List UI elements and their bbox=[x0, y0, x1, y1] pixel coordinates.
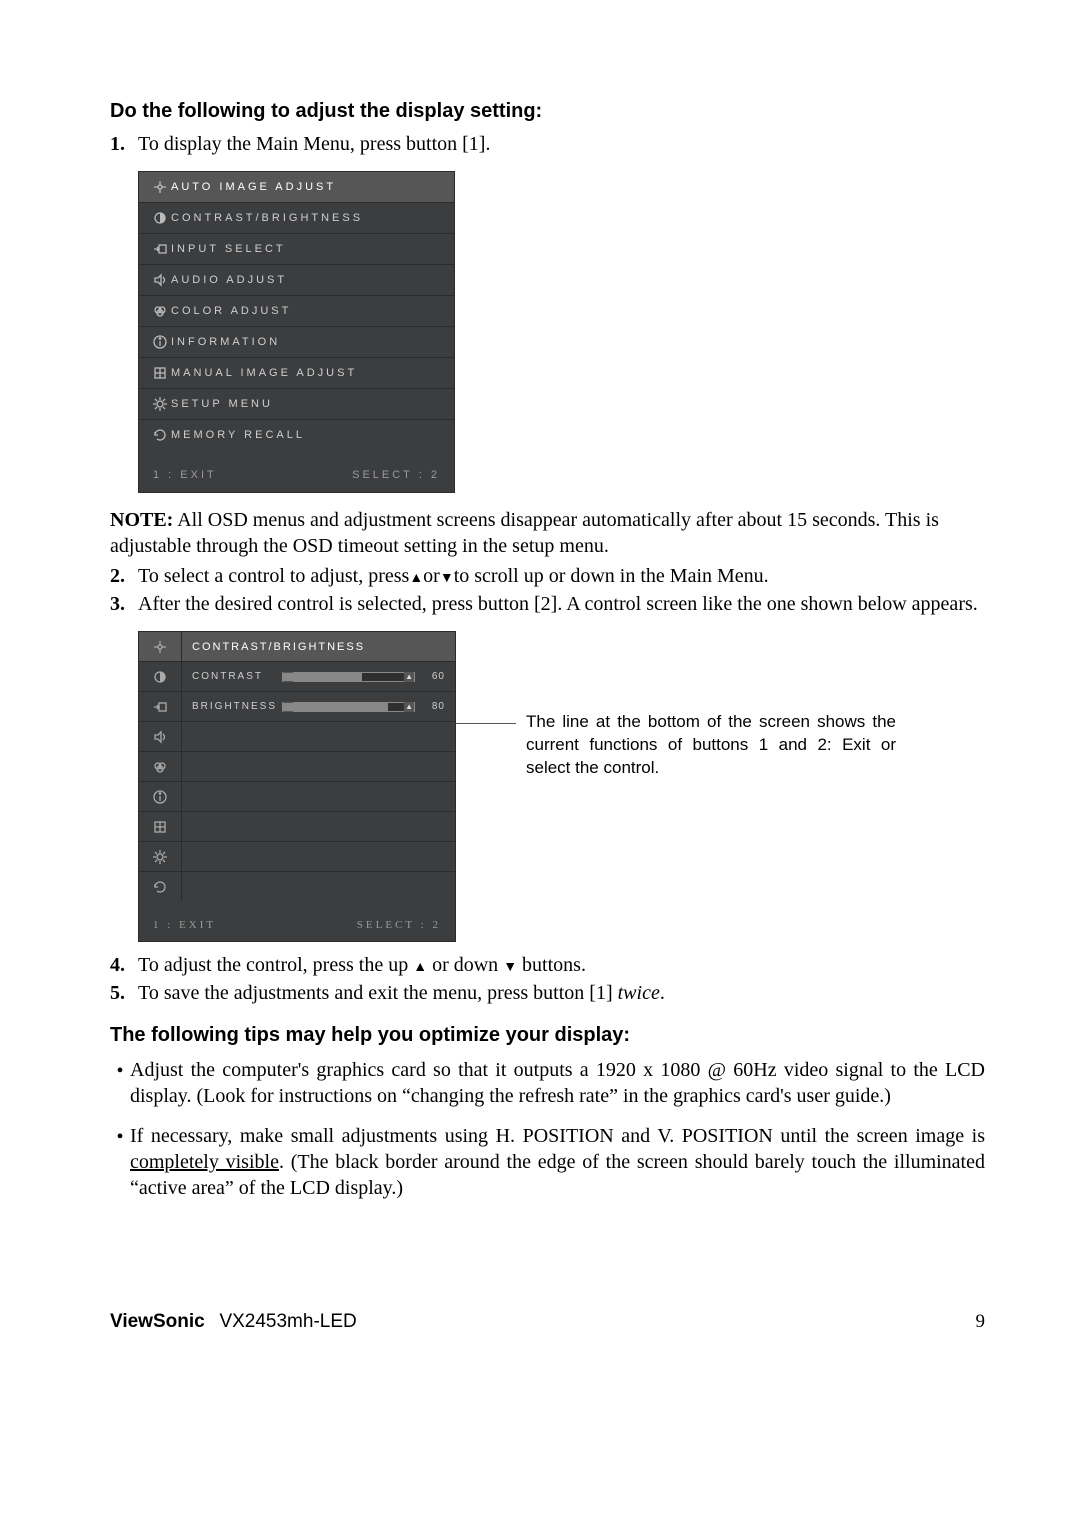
audio-icon bbox=[149, 272, 171, 288]
page-number: 9 bbox=[976, 1311, 986, 1333]
contrast-icon bbox=[149, 210, 171, 226]
brightness-slider[interactable]: ▼ ▲ bbox=[282, 702, 415, 712]
tip-1: Adjust the computer's graphics card so t… bbox=[110, 1057, 985, 1109]
osd-sub-footer: 1 : EXIT SELECT : 2 bbox=[139, 901, 455, 941]
osd-item-auto-image-adjust[interactable]: AUTO IMAGE ADJUST bbox=[139, 172, 454, 203]
osd-sidebar bbox=[139, 632, 182, 901]
osd-main-menu: AUTO IMAGE ADJUST CONTRAST/BRIGHTNESS IN… bbox=[138, 171, 455, 493]
auto-image-adjust-icon bbox=[149, 179, 171, 195]
gear-icon bbox=[149, 396, 171, 412]
osd-contrast-brightness-panel: CONTRAST/BRIGHTNESS CONTRAST ▼ ▲ 60 BRIG… bbox=[138, 631, 456, 942]
osd-footer-exit: 1 : EXIT bbox=[153, 919, 216, 931]
slider-label: BRIGHTNESS bbox=[192, 701, 282, 712]
osd-footer-select: SELECT : 2 bbox=[357, 919, 441, 931]
brightness-slider-row[interactable]: BRIGHTNESS ▼ ▲ 80 bbox=[182, 692, 455, 722]
page-footer: ViewSonic VX2453mh-LED 9 bbox=[110, 1311, 985, 1333]
osd-item-label: AUTO IMAGE ADJUST bbox=[171, 181, 444, 193]
up-arrow-icon bbox=[413, 954, 427, 976]
step-4: 4. To adjust the control, press the up o… bbox=[110, 952, 985, 978]
osd-item-information[interactable]: INFORMATION bbox=[139, 327, 454, 358]
osd-sub-header: CONTRAST/BRIGHTNESS bbox=[182, 632, 455, 662]
osd-footer-select: SELECT : 2 bbox=[352, 469, 440, 481]
gear-icon bbox=[152, 849, 168, 865]
footer-model: VX2453mh-LED bbox=[219, 1311, 356, 1332]
up-arrow-icon bbox=[409, 565, 423, 587]
auto-image-adjust-icon bbox=[152, 639, 168, 655]
callout-text: The line at the bottom of the screen sho… bbox=[526, 711, 896, 780]
slider-value: 80 bbox=[415, 701, 445, 712]
contrast-slider[interactable]: ▼ ▲ bbox=[282, 672, 415, 682]
contrast-slider-row[interactable]: CONTRAST ▼ ▲ 60 bbox=[182, 662, 455, 692]
info-icon bbox=[152, 789, 168, 805]
osd-item-label: INPUT SELECT bbox=[171, 243, 444, 255]
info-icon bbox=[149, 334, 171, 350]
osd-footer: 1 : EXIT SELECT : 2 bbox=[139, 450, 454, 492]
input-select-icon bbox=[152, 699, 168, 715]
recall-icon bbox=[152, 879, 168, 895]
manual-image-adjust-icon bbox=[152, 819, 168, 835]
step-5: 5. To save the adjustments and exit the … bbox=[110, 980, 985, 1006]
down-arrow-icon bbox=[503, 954, 517, 976]
step-1: 1. To display the Main Menu, press butto… bbox=[110, 131, 985, 157]
slider-label: CONTRAST bbox=[192, 671, 282, 682]
osd-item-label: CONTRAST/BRIGHTNESS bbox=[171, 212, 444, 224]
step-2: 2. To select a control to adjust, presso… bbox=[110, 563, 985, 589]
osd-item-manual-image-adjust[interactable]: MANUAL IMAGE ADJUST bbox=[139, 358, 454, 389]
slider-value: 60 bbox=[415, 671, 445, 682]
osd-item-label: INFORMATION bbox=[171, 336, 444, 348]
contrast-icon bbox=[152, 669, 168, 685]
osd-item-color-adjust[interactable]: COLOR ADJUST bbox=[139, 296, 454, 327]
osd-item-input-select[interactable]: INPUT SELECT bbox=[139, 234, 454, 265]
manual-image-adjust-icon bbox=[149, 365, 171, 381]
callout-leader-line bbox=[456, 723, 516, 724]
osd-item-label: MEMORY RECALL bbox=[171, 429, 444, 441]
osd-item-label: COLOR ADJUST bbox=[171, 305, 444, 317]
down-arrow-icon bbox=[440, 565, 454, 587]
tip-2: If necessary, make small adjustments usi… bbox=[110, 1123, 985, 1201]
osd-item-audio-adjust[interactable]: AUDIO ADJUST bbox=[139, 265, 454, 296]
osd-footer-exit: 1 : EXIT bbox=[153, 469, 217, 481]
footer-brand: ViewSonic bbox=[110, 1311, 205, 1332]
section-heading-adjust: Do the following to adjust the display s… bbox=[110, 100, 985, 123]
osd-item-contrast-brightness[interactable]: CONTRAST/BRIGHTNESS bbox=[139, 203, 454, 234]
audio-icon bbox=[152, 729, 168, 745]
osd-item-label: SETUP MENU bbox=[171, 398, 444, 410]
recall-icon bbox=[149, 427, 171, 443]
color-adjust-icon bbox=[152, 759, 168, 775]
color-adjust-icon bbox=[149, 303, 171, 319]
step-3: 3. After the desired control is selected… bbox=[110, 591, 985, 617]
note: NOTE: All OSD menus and adjustment scree… bbox=[110, 507, 985, 559]
section-heading-tips: The following tips may help you optimize… bbox=[110, 1024, 985, 1047]
osd-item-label: AUDIO ADJUST bbox=[171, 274, 444, 286]
osd-item-setup-menu[interactable]: SETUP MENU bbox=[139, 389, 454, 420]
input-select-icon bbox=[149, 241, 171, 257]
osd-item-memory-recall[interactable]: MEMORY RECALL bbox=[139, 420, 454, 450]
osd-item-label: MANUAL IMAGE ADJUST bbox=[171, 367, 444, 379]
